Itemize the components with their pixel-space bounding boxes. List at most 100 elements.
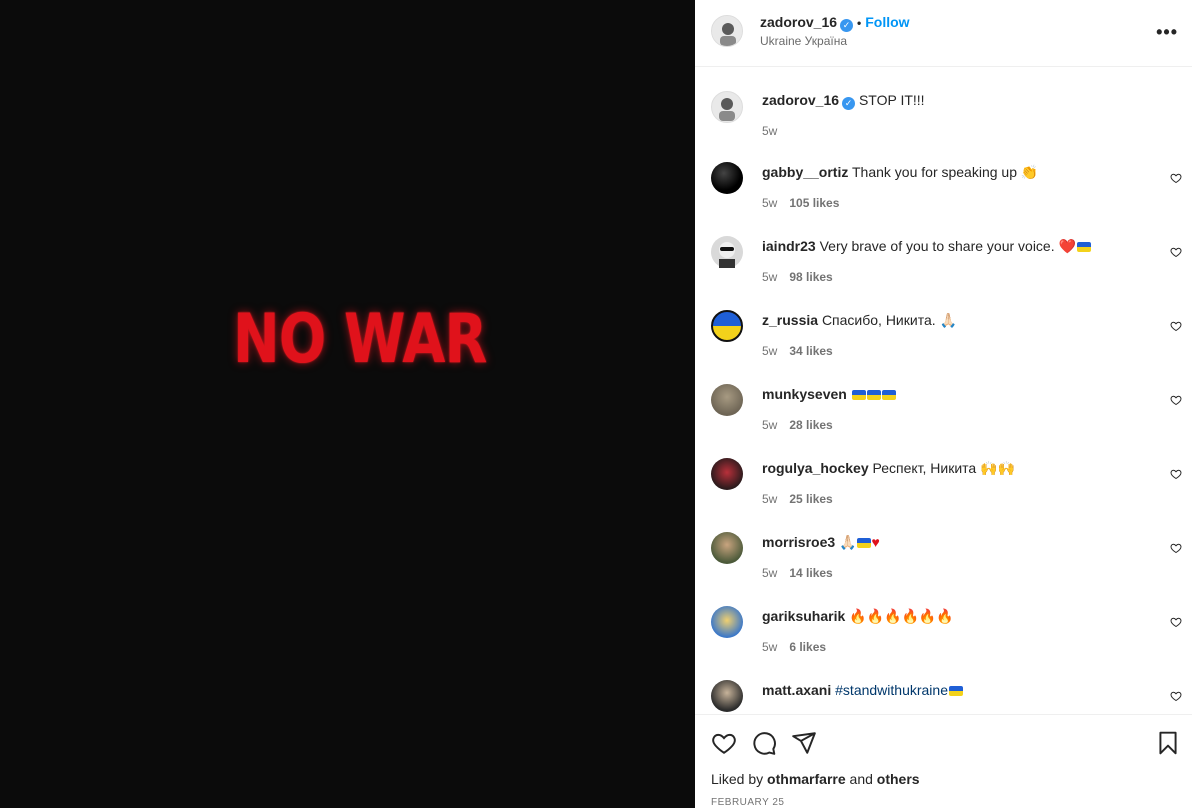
ukraine-flag-icon bbox=[881, 390, 896, 400]
comment-line: iaindr23 Very brave of you to share your… bbox=[762, 238, 1091, 255]
comment-username[interactable]: matt.axani bbox=[762, 682, 831, 698]
post-image-text: NO WAR bbox=[233, 300, 487, 379]
liked-by-user[interactable]: othmarfarre bbox=[767, 771, 846, 787]
comment-likes[interactable]: 105 likes bbox=[789, 196, 839, 210]
caption-username[interactable]: zadorov_16 bbox=[762, 92, 839, 108]
author-name-line: zadorov_16 ✓ • Follow bbox=[760, 14, 910, 32]
comment-text: 🔥🔥🔥🔥🔥🔥 bbox=[849, 608, 954, 624]
commenter-avatar[interactable] bbox=[711, 236, 743, 268]
comment-item: rogulya_hockey Респект, Никита 🙌🙌 5w 25 l… bbox=[695, 458, 1192, 532]
share-paper-plane-icon[interactable] bbox=[791, 730, 817, 756]
comment-line: gariksuharik 🔥🔥🔥🔥🔥🔥 bbox=[762, 608, 954, 625]
post-date[interactable]: FEBRUARY 25 bbox=[711, 797, 785, 808]
comment-meta: 5w 28 likes bbox=[762, 418, 833, 432]
comment-age[interactable]: 5w bbox=[762, 492, 777, 506]
comment-hashtag[interactable]: #standwithukraine bbox=[835, 682, 948, 698]
ukraine-flag-icon bbox=[1076, 242, 1091, 252]
comment-age[interactable]: 5w bbox=[762, 418, 777, 432]
comment-likes[interactable]: 6 likes bbox=[789, 640, 826, 654]
more-options-icon[interactable]: ••• bbox=[1156, 22, 1178, 43]
verified-icon: ✓ bbox=[840, 19, 854, 32]
comment-item: gariksuharik 🔥🔥🔥🔥🔥🔥 5w 6 likes bbox=[695, 606, 1192, 680]
comment-username[interactable]: z_russia bbox=[762, 312, 818, 328]
comment-like-heart-icon[interactable] bbox=[1170, 246, 1182, 258]
caption-line: zadorov_16 ✓ STOP IT!!! bbox=[762, 92, 925, 110]
comment-age[interactable]: 5w bbox=[762, 566, 777, 580]
comment-bubble-icon[interactable] bbox=[751, 730, 777, 756]
comment-like-heart-icon[interactable] bbox=[1170, 542, 1182, 554]
comment-meta: 5w 25 likes bbox=[762, 492, 833, 506]
comment-likes[interactable]: 14 likes bbox=[789, 566, 832, 580]
comment-likes[interactable]: 98 likes bbox=[789, 270, 832, 284]
commenter-avatar[interactable] bbox=[711, 606, 743, 638]
post-side-panel: zadorov_16 ✓ • Follow Ukraine Україна ••• z… bbox=[695, 0, 1192, 808]
ukraine-flag-icon bbox=[857, 538, 872, 548]
post-image[interactable]: NO WAR bbox=[0, 0, 695, 808]
follow-button[interactable]: Follow bbox=[865, 14, 909, 30]
comment-age[interactable]: 5w bbox=[762, 344, 777, 358]
comment-likes[interactable]: 25 likes bbox=[789, 492, 832, 506]
post-viewer: NO WAR zadorov_16 ✓ • Follow Ukraine Україн… bbox=[0, 0, 1192, 808]
caption: zadorov_16 ✓ STOP IT!!! 5w bbox=[695, 89, 1192, 163]
comment-line: matt.axani #standwithukraine bbox=[762, 682, 963, 698]
commenter-avatar[interactable] bbox=[711, 162, 743, 194]
comments-list[interactable]: zadorov_16 ✓ STOP IT!!! 5w gabby__ortiz T… bbox=[695, 67, 1192, 714]
comment-line: munkyseven bbox=[762, 386, 896, 402]
comment-like-heart-icon[interactable] bbox=[1170, 690, 1182, 702]
comment-line: morrisroe3 🙏🏻 ♥ bbox=[762, 534, 880, 551]
comment-like-heart-icon[interactable] bbox=[1170, 616, 1182, 628]
post-location[interactable]: Ukraine Україна bbox=[760, 34, 847, 48]
comment-meta: 5w 105 likes bbox=[762, 196, 839, 210]
commenter-avatar[interactable] bbox=[711, 458, 743, 490]
commenter-avatar[interactable] bbox=[711, 310, 743, 342]
author-avatar[interactable] bbox=[711, 91, 743, 123]
comment-line: z_russia Спасибо, Никита. 🙏🏻 bbox=[762, 312, 957, 329]
liked-by-prefix: Liked by bbox=[711, 771, 764, 787]
separator-dot: • bbox=[857, 16, 862, 30]
post-actions-footer: Liked by othmarfarre and others FEBRUARY… bbox=[695, 714, 1192, 808]
comment-username[interactable]: munkyseven bbox=[762, 386, 847, 402]
comment-username[interactable]: gariksuharik bbox=[762, 608, 845, 624]
comment-likes[interactable]: 28 likes bbox=[789, 418, 832, 432]
comment-username[interactable]: iaindr23 bbox=[762, 238, 816, 254]
liked-by-others[interactable]: others bbox=[877, 771, 920, 787]
comment-meta: 5w 14 likes bbox=[762, 566, 833, 580]
commenter-avatar[interactable] bbox=[711, 680, 743, 712]
comment-like-heart-icon[interactable] bbox=[1170, 320, 1182, 332]
liked-by-and: and bbox=[849, 771, 873, 787]
comment-like-heart-icon[interactable] bbox=[1170, 468, 1182, 480]
comment-age[interactable]: 5w bbox=[762, 196, 777, 210]
comment-line: rogulya_hockey Респект, Никита 🙌🙌 bbox=[762, 460, 1015, 477]
comment-age[interactable]: 5w bbox=[762, 640, 777, 654]
comment-item: z_russia Спасибо, Никита. 🙏🏻 5w 34 likes bbox=[695, 310, 1192, 384]
caption-text: STOP IT!!! bbox=[858, 92, 925, 108]
commenter-avatar[interactable] bbox=[711, 532, 743, 564]
save-bookmark-icon[interactable] bbox=[1155, 730, 1181, 756]
ukraine-flag-icon bbox=[949, 686, 963, 696]
like-heart-icon[interactable] bbox=[711, 730, 737, 756]
comment-meta: 5w 6 likes bbox=[762, 640, 826, 654]
author-avatar[interactable] bbox=[711, 15, 743, 47]
comment-item: gabby__ortiz Thank you for speaking up 👏… bbox=[695, 162, 1192, 236]
author-username[interactable]: zadorov_16 bbox=[760, 14, 837, 30]
commenter-avatar[interactable] bbox=[711, 384, 743, 416]
comment-likes[interactable]: 34 likes bbox=[789, 344, 832, 358]
comment-like-heart-icon[interactable] bbox=[1170, 172, 1182, 184]
comment-username[interactable]: morrisroe3 bbox=[762, 534, 835, 550]
ukraine-flag-icon bbox=[866, 390, 881, 400]
comment-like-heart-icon[interactable] bbox=[1170, 394, 1182, 406]
comment-text: Спасибо, Никита. 🙏🏻 bbox=[821, 312, 957, 328]
caption-meta: 5w bbox=[762, 124, 777, 138]
comment-item: iaindr23 Very brave of you to share your… bbox=[695, 236, 1192, 310]
comment-item: morrisroe3 🙏🏻 ♥ 5w 14 likes bbox=[695, 532, 1192, 606]
comment-username[interactable]: rogulya_hockey bbox=[762, 460, 869, 476]
comment-text: Thank you for speaking up 👏 bbox=[852, 164, 1039, 180]
comment-item: matt.axani #standwithukraine bbox=[695, 680, 1192, 714]
post-header: zadorov_16 ✓ • Follow Ukraine Україна ••• bbox=[695, 0, 1192, 67]
comment-username[interactable]: gabby__ortiz bbox=[762, 164, 848, 180]
comment-line: gabby__ortiz Thank you for speaking up 👏 bbox=[762, 164, 1038, 181]
liked-by-line: Liked by othmarfarre and others bbox=[711, 771, 920, 787]
caption-age[interactable]: 5w bbox=[762, 124, 777, 138]
verified-icon: ✓ bbox=[842, 97, 856, 110]
comment-age[interactable]: 5w bbox=[762, 270, 777, 284]
